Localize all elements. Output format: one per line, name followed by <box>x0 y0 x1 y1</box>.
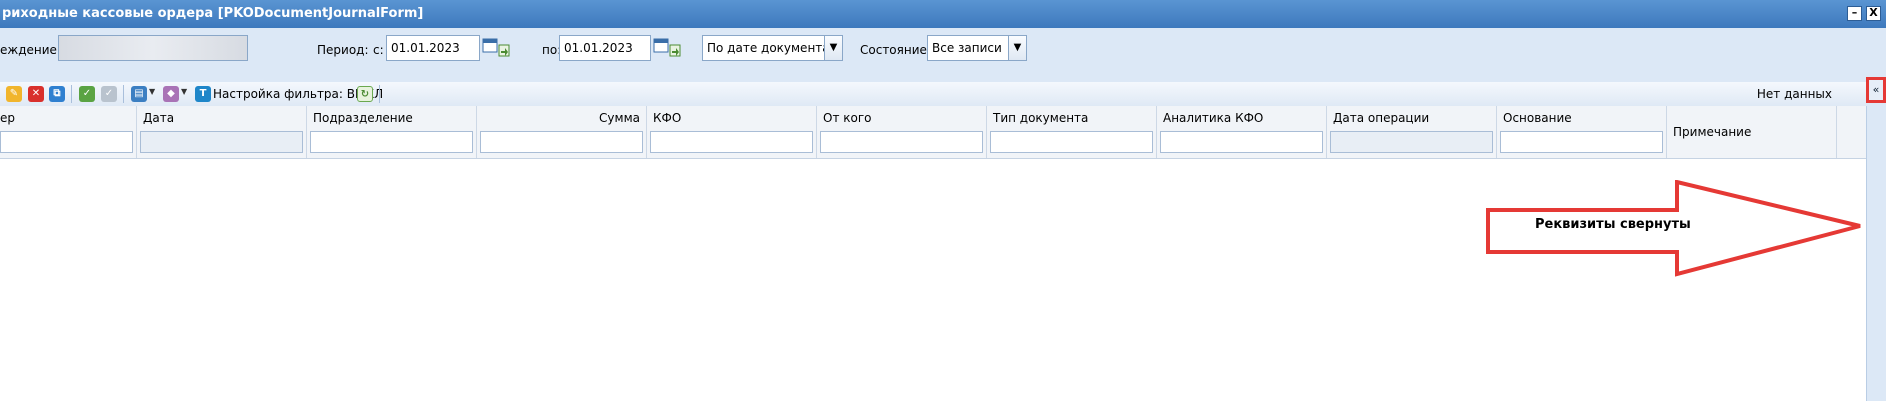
filter-kfo-analytics-input[interactable] <box>1160 131 1323 153</box>
column-header[interactable]: Тип документа <box>993 111 1088 125</box>
institution-field[interactable] <box>58 35 248 61</box>
column-number: ер <box>0 106 137 158</box>
refresh-icon[interactable]: ↻ <box>357 86 373 102</box>
grid-header: ер Дата Подразделение Сумма КФО От кого … <box>0 106 1866 159</box>
unpost-icon[interactable]: ✓ <box>101 86 117 102</box>
column-subdivision: Подразделение <box>307 106 477 158</box>
column-header[interactable]: От кого <box>823 111 872 125</box>
filter-amount-input[interactable] <box>480 131 643 153</box>
filter-kfo-input[interactable] <box>650 131 813 153</box>
calendar-from-icon[interactable] <box>481 36 513 60</box>
toolbar: ✎ ✕ ⧉ ✓ ✓ ▤ ▼ ◆ ▼ T Настройка фильтра: В… <box>0 82 1866 107</box>
filter-operation-date-input[interactable] <box>1330 131 1493 153</box>
from-label: с: <box>373 43 384 57</box>
chevron-down-icon[interactable]: ▼ <box>181 87 187 96</box>
no-data-label: Нет данных <box>1756 87 1832 101</box>
filter-date-input[interactable] <box>140 131 303 153</box>
column-header[interactable]: Подразделение <box>313 111 413 125</box>
column-from-whom: От кого <box>817 106 987 158</box>
column-header[interactable]: Дата операции <box>1333 111 1429 125</box>
filter-from-whom-input[interactable] <box>820 131 983 153</box>
column-header[interactable]: Сумма <box>599 111 640 125</box>
column-date: Дата <box>137 106 307 158</box>
copy-icon[interactable]: ⧉ <box>49 86 65 102</box>
column-kfo: КФО <box>647 106 817 158</box>
state-select[interactable]: Все записи ▼ <box>927 35 1027 61</box>
minimize-button[interactable]: – <box>1847 6 1862 21</box>
column-note: Примечание <box>1667 106 1837 158</box>
column-basis: Основание <box>1497 106 1667 158</box>
column-doc-type: Тип документа <box>987 106 1157 158</box>
state-label: Состояние: <box>860 43 931 57</box>
filter-icon[interactable]: T <box>195 86 211 102</box>
column-amount: Сумма <box>477 106 647 158</box>
toolbar-separator <box>123 85 124 103</box>
post-icon[interactable]: ✓ <box>79 86 95 102</box>
print-icon[interactable]: ▤ <box>131 86 147 102</box>
window-title: риходные кассовые ордера [PKODocumentJou… <box>2 6 424 21</box>
window-titlebar: риходные кассовые ордера [PKODocumentJou… <box>0 0 1886 28</box>
column-operation-date: Дата операции <box>1327 106 1497 158</box>
filter-doc-type-input[interactable] <box>990 131 1153 153</box>
toolbar-separator <box>71 85 72 103</box>
filter-subdivision-input[interactable] <box>310 131 473 153</box>
column-header[interactable]: Дата <box>143 111 174 125</box>
close-button[interactable]: X <box>1866 6 1881 21</box>
toolbar-separator <box>379 85 380 103</box>
column-header[interactable]: Примечание <box>1673 125 1751 139</box>
action-icon[interactable]: ◆ <box>163 86 179 102</box>
collapsed-details-panel[interactable] <box>1866 106 1886 401</box>
state-value: Все записи <box>932 41 1002 55</box>
filter-number-input[interactable] <box>0 131 133 153</box>
calendar-to-icon[interactable] <box>652 36 684 60</box>
edit-icon[interactable]: ✎ <box>6 86 22 102</box>
annotation-label: Реквизиты свернуты <box>1535 217 1691 232</box>
column-kfo-analytics: Аналитика КФО <box>1157 106 1327 158</box>
column-header[interactable]: Аналитика КФО <box>1163 111 1263 125</box>
date-mode-select[interactable]: По дате документа ▼ <box>702 35 843 61</box>
filter-panel: еждение: Период: с: 01.01.2023 по: 01.01… <box>0 28 1886 76</box>
filter-basis-input[interactable] <box>1500 131 1663 153</box>
chevron-down-icon[interactable]: ▼ <box>824 36 842 60</box>
date-from-input[interactable]: 01.01.2023 <box>386 35 480 61</box>
chevron-down-icon[interactable]: ▼ <box>1008 36 1026 60</box>
column-header[interactable]: КФО <box>653 111 681 125</box>
collapse-panel-button[interactable]: « <box>1866 77 1886 103</box>
chevron-down-icon[interactable]: ▼ <box>149 87 155 96</box>
institution-label: еждение: <box>0 43 61 57</box>
column-header[interactable]: Основание <box>1503 111 1572 125</box>
column-header[interactable]: ер <box>0 111 15 125</box>
date-to-input[interactable]: 01.01.2023 <box>559 35 651 61</box>
date-mode-value: По дате документа <box>707 41 830 55</box>
period-label: Период: <box>317 43 369 57</box>
delete-icon[interactable]: ✕ <box>28 86 44 102</box>
